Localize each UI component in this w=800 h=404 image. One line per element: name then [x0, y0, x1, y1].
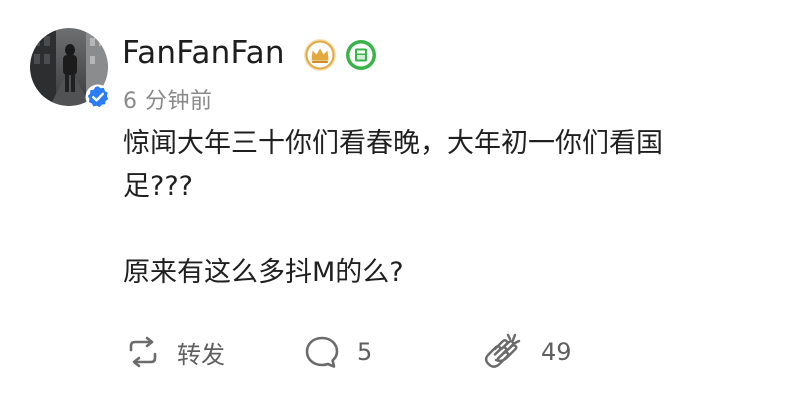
- repost-icon: [129, 336, 157, 368]
- post-content: 惊闻大年三十你们看春晚，大年初一你们看国 足??? 原来有这么多抖M的么?: [123, 122, 723, 294]
- content-line-1: 惊闻大年三十你们看春晚，大年初一你们看国: [123, 128, 663, 159]
- green-badge-icon[interactable]: [345, 39, 377, 71]
- crown-badge-icon[interactable]: [303, 38, 337, 72]
- comment-icon: [305, 336, 339, 368]
- action-bar: 转发 5 49: [0, 330, 800, 374]
- clap-icon: [484, 333, 521, 368]
- like-count: 49: [541, 338, 572, 366]
- like-button[interactable]: 49: [481, 330, 572, 374]
- repost-label: 转发: [177, 340, 225, 369]
- content-line-2: 足???: [123, 171, 193, 202]
- post-card: FanFanFan 6 分钟前 惊闻大年三十你们看春晚，大年初一你们看国 足??…: [0, 0, 800, 404]
- content-line-3: 原来有这么多抖M的么?: [123, 257, 404, 288]
- repost-button[interactable]: 转发: [125, 330, 225, 374]
- comment-button[interactable]: 5: [303, 330, 372, 374]
- verified-badge-icon: [85, 84, 111, 110]
- comment-count: 5: [357, 338, 373, 366]
- author-name[interactable]: FanFanFan: [122, 35, 285, 71]
- avatar-container[interactable]: [30, 28, 111, 110]
- post-timestamp: 6 分钟前: [123, 89, 213, 114]
